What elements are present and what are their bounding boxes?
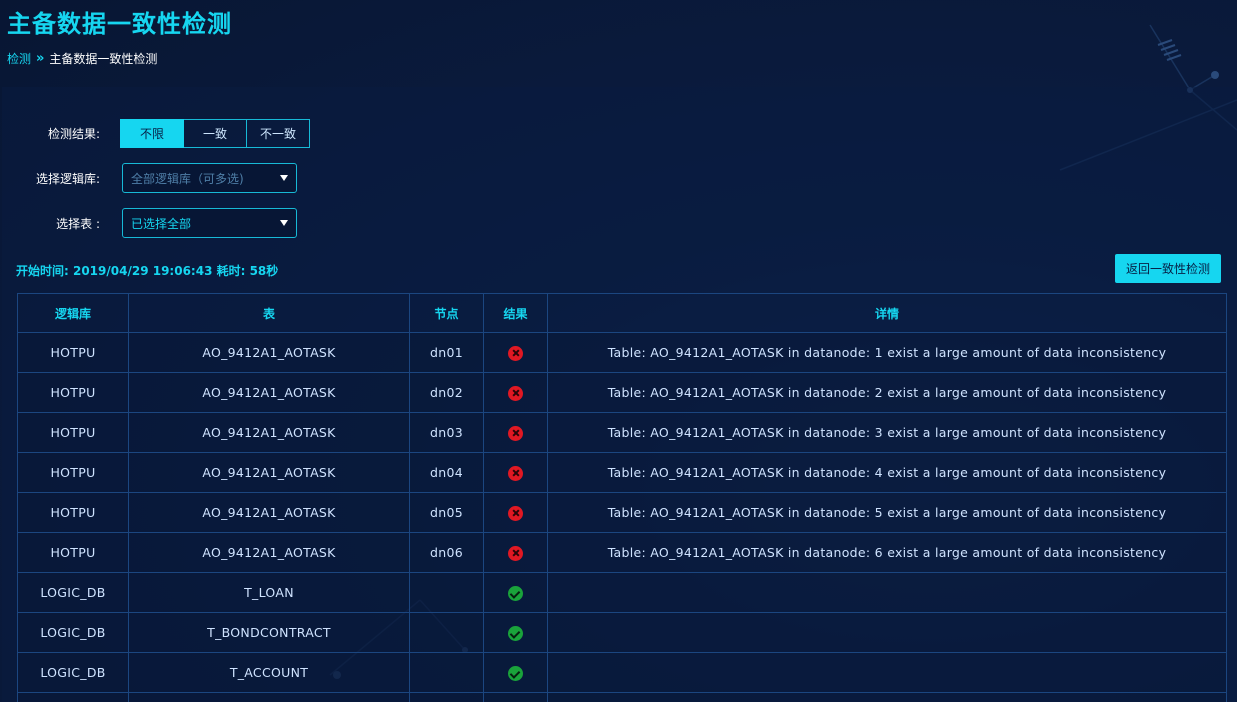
cell-result bbox=[483, 692, 548, 702]
cell-detail bbox=[547, 612, 1227, 653]
db-select[interactable]: 全部逻辑库（可多选) bbox=[122, 163, 297, 193]
table-select[interactable]: 已选择全部 bbox=[122, 208, 297, 238]
breadcrumb-current: 主备数据一致性检测 bbox=[49, 52, 158, 66]
result-filter-row: 检测结果: 不限 一致 不一致 bbox=[0, 119, 310, 148]
cell-node bbox=[409, 612, 484, 653]
cell-node: dn04 bbox=[409, 452, 484, 493]
cell-detail: Table: AO_9412A1_AOTASK in datanode: 4 e… bbox=[547, 452, 1227, 493]
cell-detail: Table: AO_9412A1_AOTASK in datanode: 6 e… bbox=[547, 532, 1227, 573]
db-filter-label: 选择逻辑库: bbox=[35, 171, 100, 186]
cell-db: HOTPU bbox=[17, 372, 129, 413]
error-x-icon bbox=[508, 345, 523, 361]
breadcrumb-separator-icon: » bbox=[36, 51, 45, 66]
table-filter-label: 选择表 : bbox=[56, 216, 100, 231]
cell-node bbox=[409, 572, 484, 613]
result-option-consistent[interactable]: 一致 bbox=[184, 119, 247, 148]
cell-table: AO_9412A1_AOTASK bbox=[128, 372, 410, 413]
cell-node: dn05 bbox=[409, 492, 484, 533]
error-x-icon bbox=[508, 545, 523, 561]
cell-node: dn02 bbox=[409, 372, 484, 413]
cell-table: AO_9412A1_AOTASK bbox=[128, 332, 410, 373]
cell-table: T_ACCOUNT bbox=[128, 652, 410, 693]
cell-table: T_BONDCONTRACT bbox=[128, 612, 410, 653]
error-x-icon bbox=[508, 465, 523, 481]
cell-detail bbox=[547, 692, 1227, 702]
cell-node: dn03 bbox=[409, 412, 484, 453]
column-header-db: 逻辑库 bbox=[17, 293, 129, 333]
cell-db bbox=[17, 692, 129, 702]
table-row: LOGIC_DB T_LOAN bbox=[17, 572, 1227, 613]
result-segmented-control: 不限 一致 不一致 bbox=[120, 119, 310, 148]
cell-result bbox=[483, 412, 548, 453]
cell-table: AO_9412A1_AOTASK bbox=[128, 532, 410, 573]
chevron-down-icon bbox=[280, 220, 288, 226]
cell-db: HOTPU bbox=[17, 412, 129, 453]
cell-detail: Table: AO_9412A1_AOTASK in datanode: 3 e… bbox=[547, 412, 1227, 453]
table-row: HOTPU AO_9412A1_AOTASK dn03 Table: AO_9412A… bbox=[17, 412, 1227, 453]
cell-table: AO_9412A1_AOTASK bbox=[128, 492, 410, 533]
table-row: HOTPU AO_9412A1_AOTASK dn05 Table: AO_9412A… bbox=[17, 492, 1227, 533]
cell-db: LOGIC_DB bbox=[17, 652, 129, 693]
table-row: HOTPU AO_9412A1_AOTASK dn04 Table: AO_9412A… bbox=[17, 452, 1227, 493]
table-row: HOTPU AO_9412A1_AOTASK dn02 Table: AO_9412A… bbox=[17, 372, 1227, 413]
cell-result bbox=[483, 532, 548, 573]
table-filter-row: 选择表 : 已选择全部 bbox=[0, 208, 297, 238]
column-header-table: 表 bbox=[128, 293, 410, 333]
cell-db: HOTPU bbox=[17, 532, 129, 573]
column-header-detail: 详情 bbox=[547, 293, 1227, 333]
page-title: 主备数据一致性检测 bbox=[7, 10, 232, 38]
result-option-all[interactable]: 不限 bbox=[120, 119, 184, 148]
table-select-value: 已选择全部 bbox=[131, 216, 192, 231]
cell-result bbox=[483, 652, 548, 693]
cell-result bbox=[483, 612, 548, 653]
success-check-icon bbox=[508, 585, 523, 601]
cell-node: dn06 bbox=[409, 532, 484, 573]
chevron-down-icon bbox=[280, 175, 288, 181]
back-to-check-button[interactable]: 返回一致性检测 bbox=[1115, 254, 1221, 283]
table-header-row: 逻辑库 表 节点 结果 详情 bbox=[17, 293, 1227, 333]
error-x-icon bbox=[508, 385, 523, 401]
cell-detail bbox=[547, 572, 1227, 613]
cell-result bbox=[483, 372, 548, 413]
cell-table: AO_9412A1_AOTASK bbox=[128, 452, 410, 493]
cell-detail: Table: AO_9412A1_AOTASK in datanode: 1 e… bbox=[547, 332, 1227, 373]
error-x-icon bbox=[508, 505, 523, 521]
cell-table: T_LOAN bbox=[128, 572, 410, 613]
db-select-placeholder: 全部逻辑库（可多选) bbox=[131, 171, 244, 186]
cell-detail: Table: AO_9412A1_AOTASK in datanode: 2 e… bbox=[547, 372, 1227, 413]
db-filter-row: 选择逻辑库: 全部逻辑库（可多选) bbox=[0, 163, 297, 193]
cell-detail: Table: AO_9412A1_AOTASK in datanode: 5 e… bbox=[547, 492, 1227, 533]
cell-db: LOGIC_DB bbox=[17, 612, 129, 653]
table-row: LOGIC_DB T_ACCOUNT bbox=[17, 652, 1227, 693]
table-row bbox=[17, 692, 1227, 702]
cell-table bbox=[128, 692, 410, 702]
table-row: HOTPU AO_9412A1_AOTASK dn01 Table: AO_9412A… bbox=[17, 332, 1227, 373]
cell-db: HOTPU bbox=[17, 332, 129, 373]
breadcrumb-parent-link[interactable]: 检测 bbox=[7, 50, 31, 67]
cell-result bbox=[483, 332, 548, 373]
cell-table: AO_9412A1_AOTASK bbox=[128, 412, 410, 453]
table-row: HOTPU AO_9412A1_AOTASK dn06 Table: AO_9412A… bbox=[17, 532, 1227, 573]
breadcrumb: 检测 » 主备数据一致性检测 bbox=[7, 50, 157, 67]
results-table: 逻辑库 表 节点 结果 详情 HOTPU AO_9412A1_AOTASK dn01… bbox=[17, 293, 1227, 702]
cell-db: LOGIC_DB bbox=[17, 572, 129, 613]
cell-result bbox=[483, 452, 548, 493]
result-filter-label: 检测结果: bbox=[47, 127, 100, 141]
column-header-node: 节点 bbox=[409, 293, 484, 333]
table-row: LOGIC_DB T_BONDCONTRACT bbox=[17, 612, 1227, 653]
success-check-icon bbox=[508, 625, 523, 641]
cell-detail bbox=[547, 652, 1227, 693]
column-header-result: 结果 bbox=[483, 293, 548, 333]
cell-db: HOTPU bbox=[17, 452, 129, 493]
error-x-icon bbox=[508, 425, 523, 441]
cell-node: dn01 bbox=[409, 332, 484, 373]
result-option-inconsistent[interactable]: 不一致 bbox=[247, 119, 310, 148]
check-meta-info: 开始时间: 2019/04/29 19:06:43 耗时: 58秒 bbox=[16, 264, 279, 278]
cell-db: HOTPU bbox=[17, 492, 129, 533]
cell-node bbox=[409, 652, 484, 693]
cell-result bbox=[483, 572, 548, 613]
cell-node bbox=[409, 692, 484, 702]
success-check-icon bbox=[508, 665, 523, 681]
cell-result bbox=[483, 492, 548, 533]
